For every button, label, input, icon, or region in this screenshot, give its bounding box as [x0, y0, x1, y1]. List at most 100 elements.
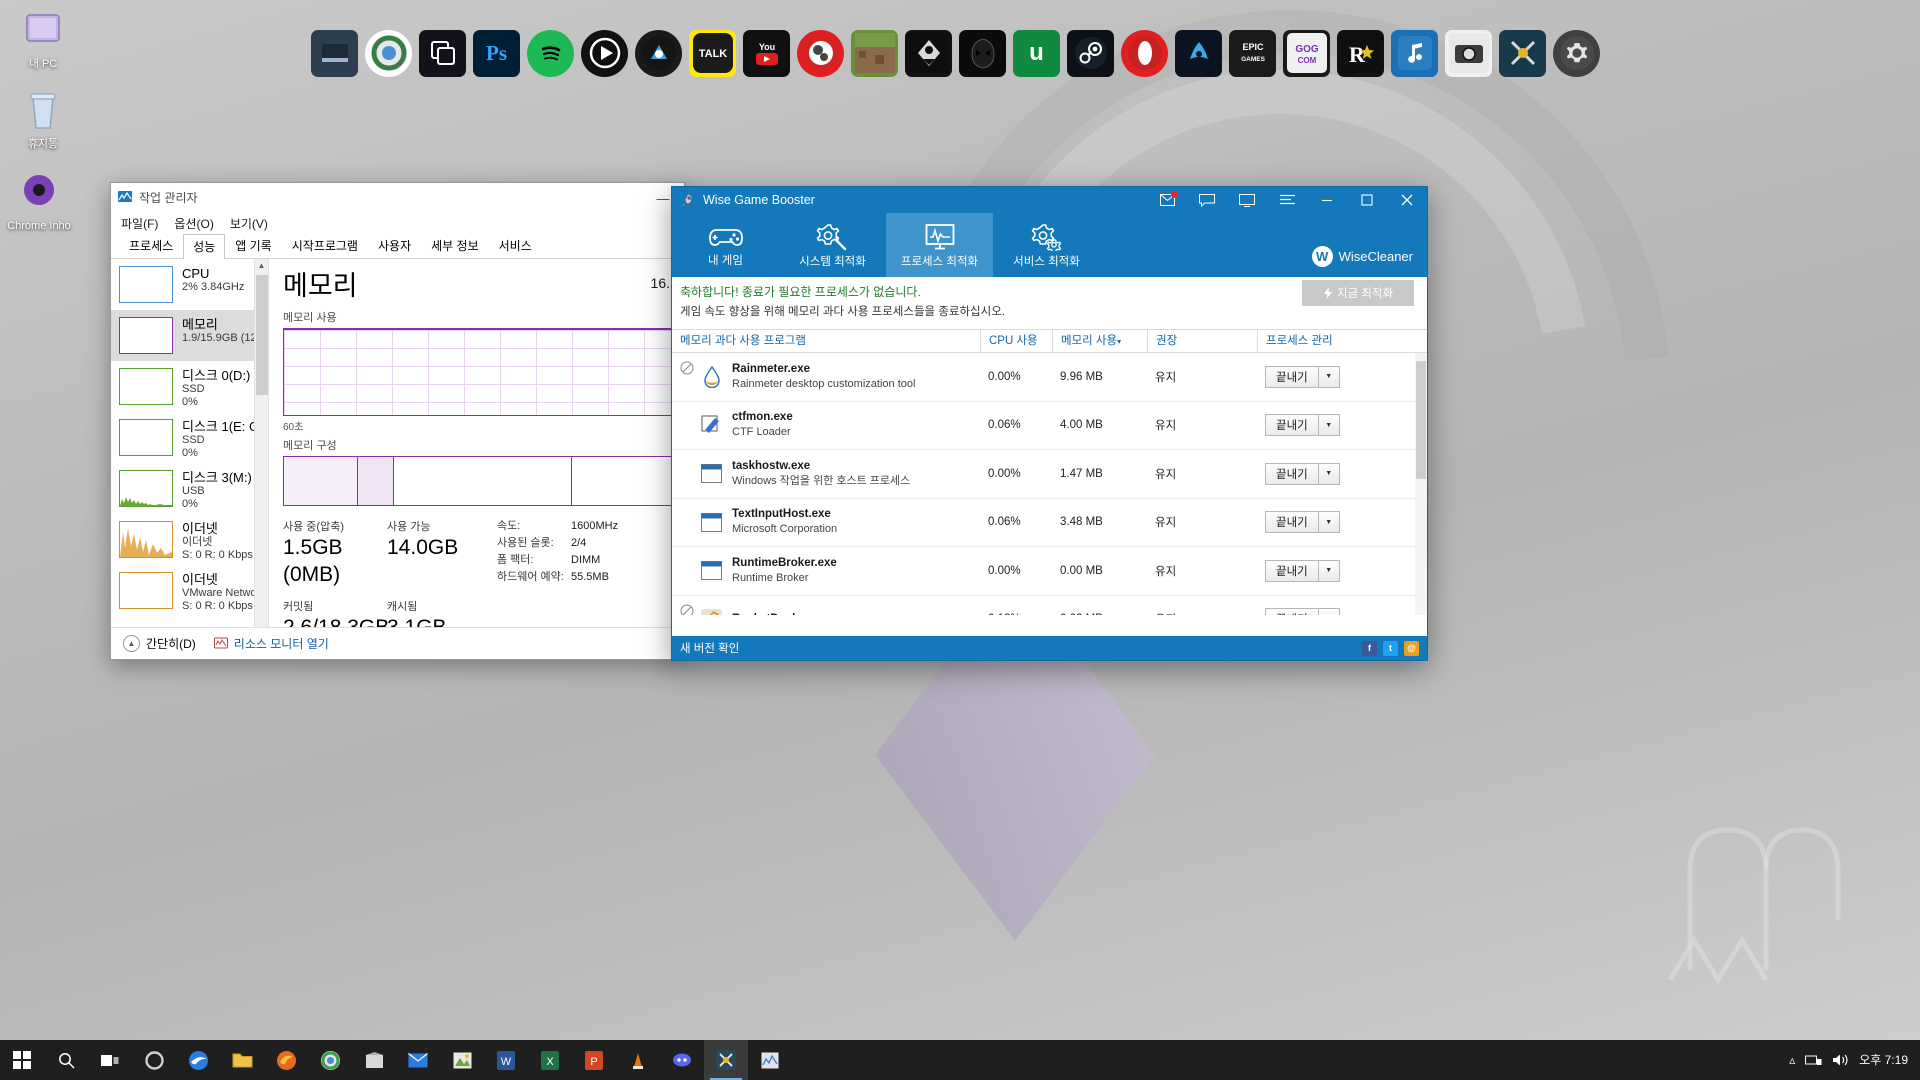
- taskbar-app-firefox[interactable]: [264, 1040, 308, 1080]
- tab-details[interactable]: 세부 정보: [421, 233, 489, 258]
- taskbar-app-excel[interactable]: X: [528, 1040, 572, 1080]
- end-process-button[interactable]: 끝내기 ▼: [1265, 365, 1340, 388]
- monitor-icon[interactable]: [1227, 187, 1267, 213]
- menu-file[interactable]: 파일(F): [121, 215, 158, 232]
- tab-users[interactable]: 사용자: [368, 233, 421, 258]
- table-row[interactable]: TextInputHost.exe Microsoft Corporation …: [672, 499, 1427, 547]
- process-table-body[interactable]: Rainmeter.exe Rainmeter desktop customiz…: [672, 353, 1427, 615]
- dock-item-media-player[interactable]: [581, 29, 628, 77]
- rocketdock[interactable]: Ps TALK You u EPIC GAMES GOG COM R: [305, 22, 1606, 84]
- taskbar-app-edge[interactable]: [176, 1040, 220, 1080]
- process-table-header[interactable]: 메모리 과다 사용 프로그램 CPU 사용 메모리 사용▾ 권장 프로세스 관리: [672, 329, 1427, 353]
- task-manager-menubar[interactable]: 파일(F) 옵션(O) 보기(V): [111, 211, 684, 235]
- tab-performance[interactable]: 성능: [183, 234, 226, 259]
- dock-item-chrome[interactable]: [365, 29, 412, 77]
- windows-taskbar[interactable]: W X P ▵ 오후 7:19: [0, 1040, 1920, 1080]
- chevron-down-icon[interactable]: ▼: [1319, 464, 1339, 484]
- dock-item-mediamonkey[interactable]: [635, 29, 682, 77]
- end-process-button[interactable]: 끝내기 ▼: [1265, 608, 1340, 615]
- task-manager-window[interactable]: 작업 관리자 — 파일(F) 옵션(O) 보기(V) 프로세스 성능 앱 기록 …: [110, 182, 685, 660]
- open-resource-monitor-link[interactable]: 리소스 모니터 열기: [213, 635, 329, 652]
- dock-item-settings[interactable]: [1553, 29, 1600, 77]
- taskbar-app-task-manager[interactable]: [748, 1040, 792, 1080]
- table-row[interactable]: taskhostw.exe Windows 작업을 위한 호스트 프로세스 0.…: [672, 450, 1427, 499]
- menu-view[interactable]: 보기(V): [230, 215, 268, 232]
- fewer-details-button[interactable]: ▲ 간단히(D): [123, 635, 196, 652]
- resource-item-ethernet-1[interactable]: 이더넷 이더넷 S: 0 R: 0 Kbps: [111, 514, 268, 565]
- process-table-scrollbar[interactable]: [1415, 353, 1427, 615]
- taskbar-app-photos[interactable]: [440, 1040, 484, 1080]
- wgb-tab-bar[interactable]: 내 게임 시스템 최적화 프로세스 최적화 서비스 최적화 W WiseClea…: [672, 213, 1427, 277]
- taskbar-app-chrome[interactable]: [308, 1040, 352, 1080]
- scrollbar-thumb[interactable]: [1416, 361, 1426, 479]
- twitter-icon[interactable]: t: [1383, 640, 1398, 656]
- maximize-button[interactable]: [1347, 187, 1387, 213]
- dock-item-minecraft[interactable]: [851, 29, 898, 77]
- process-action-cell[interactable]: 끝내기 ▼: [1257, 462, 1417, 485]
- network-icon[interactable]: [1805, 1054, 1822, 1067]
- tab-processes[interactable]: 프로세스: [119, 233, 183, 258]
- taskbar-app-mail[interactable]: [396, 1040, 440, 1080]
- dock-item-spotify[interactable]: [527, 29, 574, 77]
- desktop-icon-recycle-bin[interactable]: 휴지통: [4, 88, 82, 151]
- taskbar-app-wise-game-booster[interactable]: [704, 1040, 748, 1080]
- resource-item-disk3[interactable]: 디스크 3(M:) USB 0%: [111, 463, 268, 514]
- column-header-program[interactable]: 메모리 과다 사용 프로그램: [672, 329, 980, 353]
- tab-services[interactable]: 서비스: [489, 233, 542, 258]
- end-process-button[interactable]: 끝내기 ▼: [1265, 414, 1340, 437]
- dock-item-borderlands[interactable]: [905, 29, 952, 77]
- desktop-icon-chrome-inho[interactable]: Chrome Inho: [0, 170, 78, 233]
- facebook-icon[interactable]: f: [1362, 640, 1377, 656]
- taskbar-clock[interactable]: 오후 7:19: [1859, 1040, 1908, 1080]
- scroll-up-arrow[interactable]: ▲: [255, 259, 268, 273]
- chevron-down-icon[interactable]: ▼: [1319, 367, 1339, 387]
- email-icon[interactable]: @: [1404, 640, 1419, 656]
- taskbar-app-powerpoint[interactable]: P: [572, 1040, 616, 1080]
- dock-item-steam[interactable]: [1067, 29, 1114, 77]
- process-action-cell[interactable]: 끝내기 ▼: [1257, 511, 1417, 534]
- chevron-down-icon[interactable]: ▼: [1319, 609, 1339, 615]
- dock-item-battlenet[interactable]: [1175, 29, 1222, 77]
- table-row[interactable]: ctfmon.exe CTF Loader 0.06% 4.00 MB 유지 끝…: [672, 402, 1427, 450]
- resource-item-cpu[interactable]: CPU 2% 3.84GHz: [111, 259, 268, 310]
- process-action-cell[interactable]: 끝내기 ▼: [1257, 559, 1417, 582]
- system-tray[interactable]: ▵ 오후 7:19: [1789, 1040, 1920, 1080]
- wise-game-booster-window[interactable]: Wise Game Booster 내 게임 시스템 최적화 프로세스 최적화 …: [671, 186, 1428, 661]
- menu-options[interactable]: 옵션(O): [174, 215, 213, 232]
- tab-process-optimize[interactable]: 프로세스 최적화: [886, 213, 993, 277]
- dock-item-rockstar[interactable]: R: [1337, 29, 1384, 77]
- resource-item-memory[interactable]: 메모리 1.9/15.9GB (12%): [111, 310, 268, 361]
- dock-item-camera[interactable]: [1445, 29, 1492, 77]
- dock-item-youtube[interactable]: You: [743, 29, 790, 77]
- table-row[interactable]: Rainmeter.exe Rainmeter desktop customiz…: [672, 353, 1427, 402]
- column-header-memory[interactable]: 메모리 사용▾: [1052, 329, 1147, 353]
- search-button[interactable]: [44, 1040, 88, 1080]
- end-process-button[interactable]: 끝내기 ▼: [1265, 511, 1340, 534]
- taskbar-app-discord[interactable]: [660, 1040, 704, 1080]
- menu-icon[interactable]: [1267, 187, 1307, 213]
- dock-item-wise-game-booster[interactable]: [1499, 29, 1546, 77]
- column-header-recommendation[interactable]: 권장: [1147, 329, 1257, 353]
- dock-item-terminal[interactable]: [311, 29, 358, 77]
- dock-item-opera-gx[interactable]: [1121, 29, 1168, 77]
- dock-item-kakaotalk[interactable]: TALK: [689, 29, 736, 77]
- tray-expand-icon[interactable]: ▵: [1789, 1053, 1795, 1067]
- end-process-button[interactable]: 끝내기 ▼: [1265, 559, 1340, 582]
- column-header-process-management[interactable]: 프로세스 관리: [1257, 329, 1417, 353]
- dock-item-epic-games[interactable]: EPIC GAMES: [1229, 29, 1276, 77]
- dock-item-music[interactable]: [1391, 29, 1438, 77]
- resource-list[interactable]: CPU 2% 3.84GHz 메모리 1.9/15.9GB (12%) 디스크 …: [111, 259, 269, 651]
- feedback-icon[interactable]: [1187, 187, 1227, 213]
- resource-list-scrollbar[interactable]: ▲: [254, 259, 268, 651]
- column-header-cpu[interactable]: CPU 사용: [980, 329, 1052, 353]
- process-action-cell[interactable]: 끝내기 ▼: [1257, 365, 1417, 388]
- check-new-version-link[interactable]: 새 버전 확인: [680, 640, 739, 656]
- tab-startup[interactable]: 시작프로그램: [282, 233, 368, 258]
- table-row[interactable]: RuntimeBroker.exe Runtime Broker 0.00% 0…: [672, 547, 1427, 596]
- start-button[interactable]: [0, 1040, 44, 1080]
- task-manager-tabs[interactable]: 프로세스 성능 앱 기록 시작프로그램 사용자 세부 정보 서비스: [111, 233, 684, 259]
- dock-item-obs[interactable]: [797, 29, 844, 77]
- dock-item-utorrent[interactable]: u: [1013, 29, 1060, 77]
- social-links[interactable]: f t @: [1362, 640, 1419, 656]
- taskbar-app-vlc[interactable]: [616, 1040, 660, 1080]
